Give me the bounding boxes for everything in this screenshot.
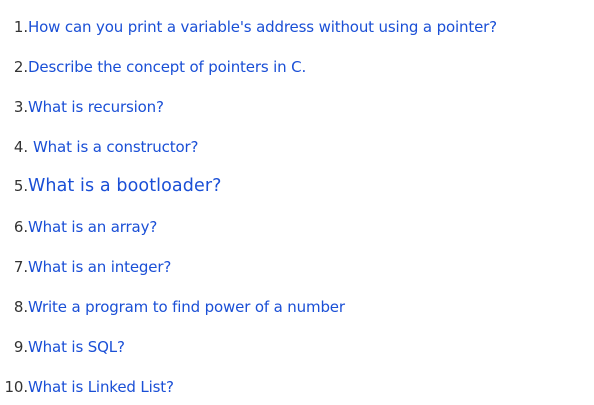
list-item-number: 5. — [13, 177, 28, 195]
list-item: 8. Write a program to find power of a nu… — [0, 295, 594, 319]
list-item: 4. What is a constructor? — [0, 135, 594, 159]
list-item: 7. What is an integer? — [0, 255, 594, 279]
question-link[interactable]: What is a constructor? — [33, 138, 198, 156]
list-item: 1. How can you print a variable's addres… — [0, 15, 594, 39]
list-item-number: 7. — [13, 258, 28, 276]
question-list: 1. How can you print a variable's addres… — [0, 0, 594, 405]
question-link[interactable]: What is an integer? — [28, 258, 171, 276]
list-item-number: 9. — [13, 338, 28, 356]
list-item: 2. Describe the concept of pointers in C… — [0, 55, 594, 79]
list-item-number: 2. — [13, 58, 28, 76]
list-item-number: 4. — [13, 138, 28, 156]
list-item-number: 3. — [13, 98, 28, 116]
question-link[interactable]: What is Linked List? — [28, 378, 174, 396]
list-item: 5. What is a bootloader? — [0, 174, 594, 198]
list-item-number: 6. — [13, 218, 28, 236]
list-item: 3. What is recursion? — [0, 95, 594, 119]
question-link[interactable]: What is SQL? — [28, 338, 125, 356]
list-item: 9. What is SQL? — [0, 335, 594, 359]
question-link[interactable]: Describe the concept of pointers in C. — [28, 58, 306, 76]
list-item-number: 1. — [13, 18, 28, 36]
question-link[interactable]: What is an array? — [28, 218, 157, 236]
list-item-number: 10. — [4, 378, 28, 396]
question-link[interactable]: How can you print a variable's address w… — [28, 18, 497, 36]
question-link[interactable]: What is a bootloader? — [28, 176, 222, 196]
list-item: 6. What is an array? — [0, 215, 594, 239]
list-item: 10. What is Linked List? — [0, 375, 594, 399]
question-link[interactable]: Write a program to find power of a numbe… — [28, 298, 345, 316]
question-link[interactable]: What is recursion? — [28, 98, 164, 116]
list-item-number: 8. — [13, 298, 28, 316]
